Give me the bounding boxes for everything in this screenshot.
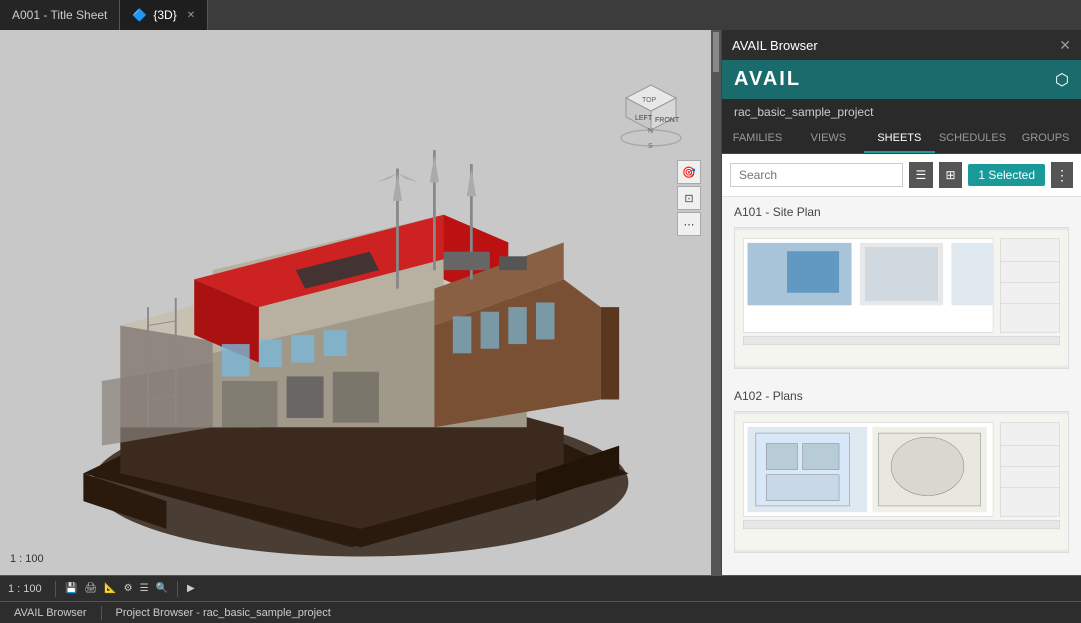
- viewport-controls: 🎯 ⊡ ⋯: [677, 160, 701, 236]
- toolbar-divider-2: [177, 581, 178, 597]
- tab-title-sheet[interactable]: A001 - Title Sheet: [0, 0, 120, 30]
- avail-logo: AVAIL: [734, 68, 801, 91]
- title-bar: A001 - Title Sheet 🔷 {3D} ✕: [0, 0, 1081, 30]
- svg-text:TOP: TOP: [642, 97, 657, 104]
- 3d-view-label: {3D}: [153, 8, 176, 22]
- tab-sheets[interactable]: SHEETS: [864, 125, 935, 153]
- sheet-a101-label: A101 - Site Plan: [722, 197, 1081, 223]
- zoom-target-btn[interactable]: 🎯: [677, 160, 701, 184]
- avail-close-btn[interactable]: ✕: [1059, 37, 1071, 54]
- nav-cube-svg: LEFT FRONT TOP S N: [611, 70, 691, 150]
- viewport[interactable]: LEFT FRONT TOP S N 🎯 ⊡ ⋯ 1 : 100: [0, 30, 721, 575]
- status-divider: [101, 606, 102, 620]
- sheet-a102-preview: [735, 412, 1068, 552]
- sheet-a101-thumbnail[interactable]: 2: [734, 227, 1069, 369]
- avail-header: AVAIL ⬡: [722, 60, 1081, 99]
- svg-text:FRONT: FRONT: [655, 117, 680, 124]
- search-row: ☰ ⊞ 1 Selected ⋮: [722, 154, 1081, 197]
- scale-label: 1 : 100: [8, 583, 48, 595]
- grid-view-btn[interactable]: ⊞: [939, 162, 963, 188]
- viewport-scrollbar[interactable]: [711, 30, 721, 575]
- layers-icon[interactable]: ☰: [138, 582, 151, 595]
- more-options-btn[interactable]: ⋮: [1051, 162, 1073, 188]
- list-view-btn[interactable]: ☰: [909, 162, 933, 188]
- sheet-a101-preview: [735, 228, 1068, 368]
- avail-title-bar: AVAIL Browser ✕: [722, 30, 1081, 60]
- title-sheet-label: A001 - Title Sheet: [12, 8, 107, 22]
- nav-cube[interactable]: LEFT FRONT TOP S N: [611, 70, 691, 150]
- status-bar: AVAIL Browser Project Browser - rac_basi…: [0, 601, 1081, 623]
- svg-text:LEFT: LEFT: [635, 115, 653, 122]
- tab-groups[interactable]: GROUPS: [1010, 125, 1081, 153]
- tab-families[interactable]: FAMILIES: [722, 125, 793, 153]
- tab-views[interactable]: VIEWS: [793, 125, 864, 153]
- settings-icon[interactable]: ⚙: [122, 582, 135, 595]
- status-avail-browser[interactable]: AVAIL Browser: [8, 607, 93, 619]
- selected-badge: 1 Selected: [968, 164, 1045, 186]
- svg-text:N: N: [648, 128, 653, 135]
- save-icon[interactable]: 💾: [63, 582, 79, 595]
- scrollbar-thumb[interactable]: [713, 32, 719, 72]
- toolbar-divider-1: [55, 581, 56, 597]
- measure-icon[interactable]: 📐: [102, 582, 118, 595]
- scale-indicator: 1 : 100: [10, 553, 44, 565]
- zoom-icon[interactable]: 🔍: [154, 582, 170, 595]
- avail-tab-nav: FAMILIES VIEWS SHEETS SCHEDULES GROUPS: [722, 125, 1081, 154]
- bottom-toolbar: 1 : 100 💾 🖨 📐 ⚙ ☰ 🔍 ▶: [0, 575, 1081, 601]
- project-name: rac_basic_sample_project: [722, 99, 1081, 125]
- main-content: LEFT FRONT TOP S N 🎯 ⊡ ⋯ 1 : 100: [0, 30, 1081, 575]
- arrow-right-icon[interactable]: ▶: [185, 582, 197, 595]
- print-icon[interactable]: 🖨: [82, 582, 99, 595]
- content-area[interactable]: A101 - Site Plan 2: [722, 197, 1081, 575]
- avail-panel-title: AVAIL Browser: [732, 38, 818, 53]
- 3d-icon: 🔷: [132, 8, 147, 22]
- search-input[interactable]: [730, 163, 903, 187]
- status-project-browser[interactable]: Project Browser - rac_basic_sample_proje…: [110, 607, 337, 619]
- avail-panel: AVAIL Browser ✕ AVAIL ⬡ rac_basic_sample…: [721, 30, 1081, 575]
- avail-export-icon[interactable]: ⬡: [1055, 70, 1069, 90]
- toolbar-icons: 💾 🖨 📐 ⚙ ☰ 🔍: [63, 582, 170, 595]
- sheet-a102-label: A102 - Plans: [722, 381, 1081, 407]
- svg-text:S: S: [648, 143, 653, 150]
- tab-schedules[interactable]: SCHEDULES: [935, 125, 1010, 153]
- sheet-a102-thumbnail[interactable]: 2: [734, 411, 1069, 553]
- zoom-more-btn[interactable]: ⋯: [677, 212, 701, 236]
- tab-3d-view[interactable]: 🔷 {3D} ✕: [120, 0, 208, 30]
- zoom-fit-btn[interactable]: ⊡: [677, 186, 701, 210]
- tab-close-icon[interactable]: ✕: [187, 10, 195, 21]
